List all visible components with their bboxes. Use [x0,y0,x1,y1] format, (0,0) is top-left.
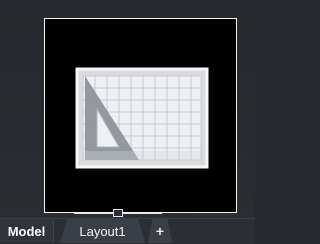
layout-preview-thumbnail[interactable] [44,18,237,213]
sheet-with-triangle-icon [75,67,209,169]
layout-tab-strip: Model Layout1 + [0,218,255,244]
drawing-canvas-area [0,0,255,218]
plus-icon: + [155,223,165,239]
add-layout-tab-button[interactable]: + [148,219,172,243]
tab-model-label: Model [7,223,46,239]
layout-tab-preview-window: Model Layout1 + [0,0,255,244]
preview-notch [113,209,123,217]
tab-layout1[interactable]: Layout1 [60,219,145,243]
tab-model[interactable]: Model [0,219,54,243]
tab-layout1-label: Layout1 [79,223,126,239]
